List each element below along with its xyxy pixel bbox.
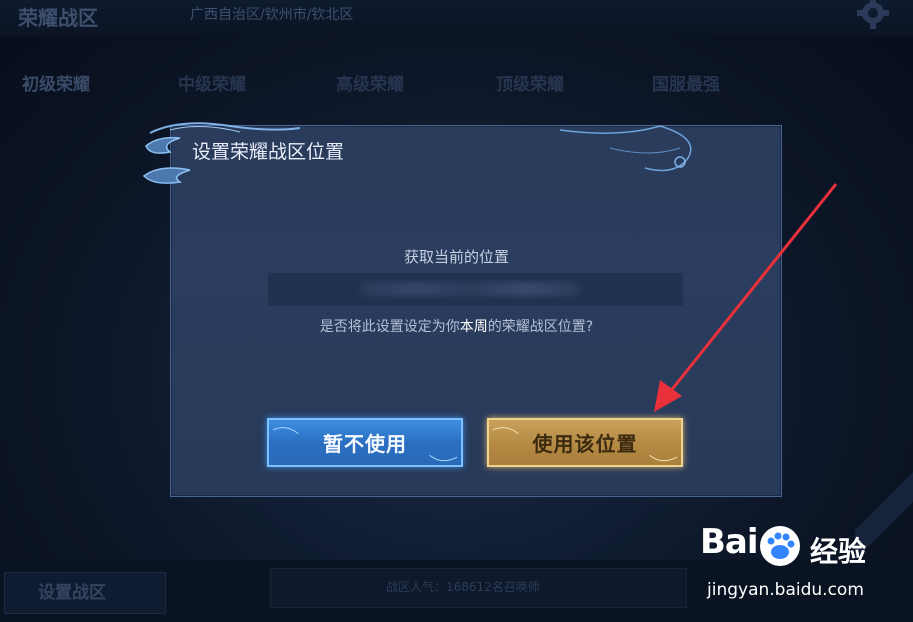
- red-arrow-annotation: [654, 183, 838, 412]
- top-bar: [0, 0, 913, 36]
- dialog-title: 设置荣耀战区位置: [192, 141, 345, 163]
- page-title: 荣耀战区: [18, 6, 98, 30]
- cancel-button[interactable]: 暂不使用: [267, 418, 463, 467]
- address-blurred: [360, 282, 580, 296]
- paw-icon: [760, 526, 800, 566]
- tab-national[interactable]: 国服最强: [652, 70, 720, 95]
- tab-top[interactable]: 顶级荣耀: [496, 70, 564, 95]
- use-location-label: 使用该位置: [532, 432, 638, 456]
- tab-senior[interactable]: 高级荣耀: [336, 70, 404, 95]
- rank-tabs: 初级荣耀 中级荣耀 高级荣耀 顶级荣耀 国服最强: [0, 62, 913, 102]
- baidu-logo-text: Bai: [700, 522, 759, 562]
- tab-junior[interactable]: 初级荣耀: [22, 70, 90, 95]
- cancel-button-label: 暂不使用: [323, 432, 407, 456]
- popularity-text: 战区人气：168612名召唤师: [386, 580, 540, 594]
- confirm-suffix: 的荣耀战区位置?: [487, 319, 594, 335]
- watermark-url: jingyan.baidu.com: [707, 580, 864, 600]
- confirm-highlight: 本周: [459, 319, 488, 335]
- use-location-button[interactable]: 使用该位置: [487, 418, 683, 467]
- confirm-prefix: 是否将此设置设定为你: [319, 319, 460, 335]
- tab-intermediate[interactable]: 中级荣耀: [178, 70, 246, 95]
- jingyan-text: 经验: [810, 535, 867, 568]
- location-breadcrumb: 广西自治区/钦州市/钦北区: [190, 7, 354, 23]
- set-zone-label: 设置战区: [38, 583, 106, 603]
- gear-icon[interactable]: [856, 0, 890, 30]
